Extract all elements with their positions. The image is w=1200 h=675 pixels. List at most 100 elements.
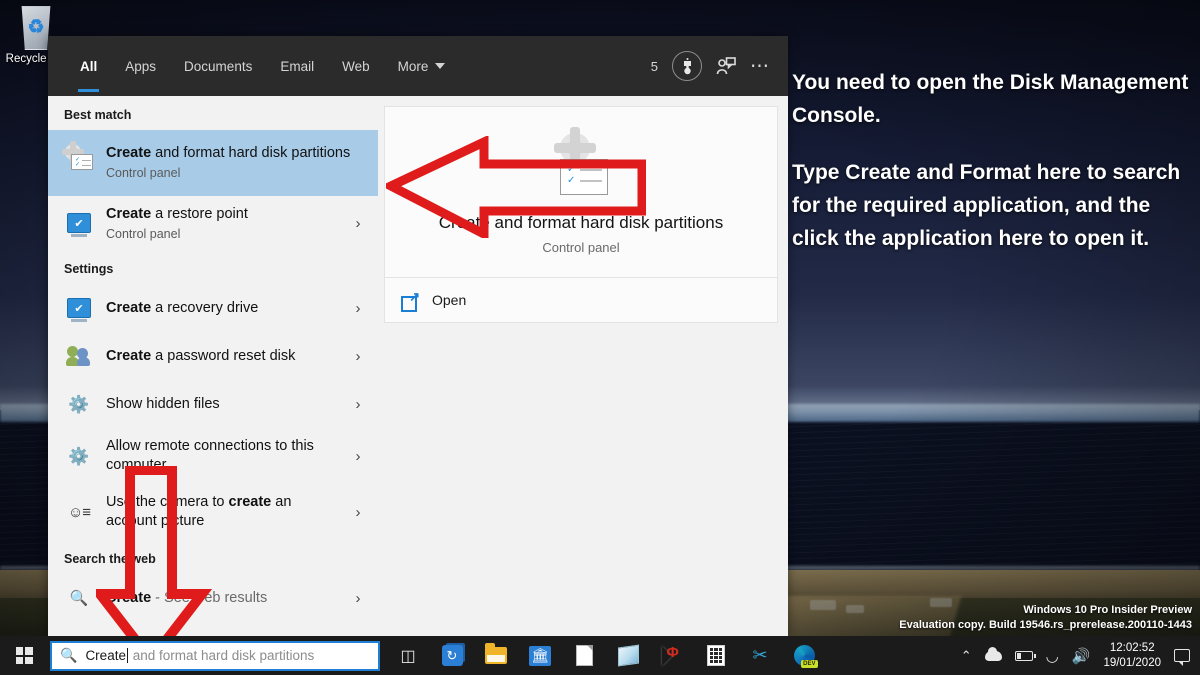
tab-documents[interactable]: Documents <box>170 36 266 96</box>
web-query-bold: Create <box>106 590 151 606</box>
document-icon <box>576 645 593 666</box>
windows-start-icon[interactable] <box>0 636 48 675</box>
result-title-rest: a restore point <box>151 206 248 222</box>
disk-management-large-icon: ✓✓ <box>544 131 618 205</box>
notes-icon <box>618 645 639 667</box>
web-result-create[interactable]: 🔍 Create - See web results › <box>48 574 378 622</box>
search-suggestion-text: and format hard disk partitions <box>129 648 314 663</box>
action-center-icon[interactable] <box>1174 649 1190 662</box>
tab-apps-label: Apps <box>125 59 156 74</box>
setting-create-recovery-drive[interactable]: Create a recovery drive › <box>48 284 378 332</box>
taskbar-file-explorer[interactable] <box>474 636 518 675</box>
recovery-drive-monitor-icon <box>64 293 94 323</box>
result-title: Create a recovery drive <box>106 299 338 318</box>
result-title-rest: a password reset disk <box>151 348 295 364</box>
taskbar-task-view-button[interactable]: ◫ <box>386 636 430 675</box>
best-match-header: Best match <box>48 96 378 130</box>
search-flyout-panel: All Apps Documents Email Web More 5 <box>48 36 788 636</box>
search-results-column: Best match ✓✓ Create and format hard dis… <box>48 96 378 636</box>
tab-more-label: More <box>398 59 429 74</box>
taskbar-sync-app[interactable]: ↻ <box>430 636 474 675</box>
result-title-bold: Create <box>106 145 151 161</box>
volume-icon[interactable]: 🔊 <box>1072 647 1091 665</box>
instruction-paragraph-1: You need to open the Disk Management Con… <box>792 66 1192 132</box>
result-title: Create a restore point <box>106 205 338 224</box>
tray-chevron-up-icon[interactable]: ⌃ <box>961 648 972 664</box>
taskbar-search-input[interactable]: 🔍 Create and format hard disk partitions <box>50 641 380 671</box>
open-action-row[interactable]: Open <box>401 292 761 308</box>
disk-management-icon: ✓✓ <box>64 144 94 174</box>
windows-watermark: Windows 10 Pro Insider Preview Evaluatio… <box>899 603 1192 633</box>
clock-time: 12:02:52 <box>1103 641 1161 656</box>
taskbar-clock[interactable]: 12:02:52 19/01/2020 <box>1103 641 1161 671</box>
feedback-person-icon[interactable] <box>716 57 736 75</box>
settings-header: Settings <box>48 250 378 284</box>
account-picture-icon: ☺≡ <box>64 497 94 527</box>
password-reset-people-icon <box>64 341 94 371</box>
settings-tools-icon: ⚙️ <box>64 441 94 471</box>
setting-show-hidden-files[interactable]: ⚙️ Show hidden files › <box>48 380 378 428</box>
edge-dev-icon <box>794 645 815 666</box>
scissors-icon: ✂ <box>752 645 767 666</box>
taskbar-microsoft-edge-dev[interactable] <box>782 636 826 675</box>
taskbar-flag-app[interactable] <box>650 636 694 675</box>
result-text: Create and format hard disk partitions C… <box>106 144 366 180</box>
open-action-label: Open <box>432 292 466 308</box>
setting-create-password-reset-disk[interactable]: Create a password reset disk › <box>48 332 378 380</box>
tab-all[interactable]: All <box>66 36 111 96</box>
result-title: Create and format hard disk partitions <box>106 144 366 163</box>
tab-more[interactable]: More <box>384 36 460 96</box>
ellipsis-icon[interactable]: ⋯ <box>750 55 770 78</box>
tab-web[interactable]: Web <box>328 36 384 96</box>
result-subtitle: Control panel <box>106 227 338 241</box>
tab-email[interactable]: Email <box>266 36 328 96</box>
result-subtitle: Control panel <box>106 166 366 180</box>
open-external-icon <box>401 293 418 308</box>
chevron-right-icon: › <box>350 396 366 413</box>
result-title: Create a password reset disk <box>106 347 338 366</box>
onedrive-cloud-icon[interactable] <box>985 651 1002 661</box>
watermark-line-2: Evaluation copy. Build 19546.rs_prerelea… <box>899 618 1192 633</box>
sync-app-icon: ↻ <box>442 645 463 666</box>
result-create-restore-point[interactable]: Create a restore point Control panel › <box>48 196 378 250</box>
settings-tools-icon: ⚙️ <box>64 389 94 419</box>
result-text: Create a password reset disk <box>106 347 338 366</box>
taskbar-notes-app[interactable] <box>606 636 650 675</box>
result-title-bold: Create <box>106 348 151 364</box>
tab-all-label: All <box>80 59 97 74</box>
taskbar-bank-app[interactable]: 🏛 <box>518 636 562 675</box>
clock-date: 19/01/2020 <box>1103 656 1161 671</box>
result-title-rest: a recovery drive <box>151 300 258 316</box>
result-title-bold: Create <box>106 206 151 222</box>
setting-use-camera-account-picture[interactable]: ☺≡ Use the camera to create an account p… <box>48 484 378 540</box>
taskbar: 🔍 Create and format hard disk partitions… <box>0 636 1200 675</box>
search-web-header: Search the web <box>48 540 378 574</box>
tab-email-label: Email <box>280 59 314 74</box>
setting-allow-remote-connections[interactable]: ⚙️ Allow remote connections to this comp… <box>48 428 378 484</box>
calculator-icon <box>707 645 725 666</box>
insider-medal-icon[interactable] <box>672 51 702 81</box>
wifi-icon[interactable]: ◡ <box>1046 647 1059 665</box>
search-tabs: All Apps Documents Email Web More <box>66 36 459 96</box>
preview-subtitle: Control panel <box>401 240 761 255</box>
result-text: Show hidden files <box>106 395 338 414</box>
result-best-match-create-format[interactable]: ✓✓ Create and format hard disk partition… <box>48 130 378 196</box>
search-preview-column: ✓✓ Create and format hard disk partition… <box>378 96 788 636</box>
taskbar-snipping-tool[interactable]: ✂ <box>738 636 782 675</box>
battery-icon[interactable] <box>1015 651 1033 661</box>
taskbar-document-app[interactable] <box>562 636 606 675</box>
folder-icon <box>485 647 507 664</box>
result-title: Create - See web results <box>106 589 338 608</box>
task-view-icon: ◫ <box>400 646 415 666</box>
taskbar-app-list: ◫ ↻ 🏛 ✂ <box>386 636 826 675</box>
tab-documents-label: Documents <box>184 59 252 74</box>
preview-title: Create and format hard disk partitions <box>401 213 761 233</box>
result-text: Create - See web results <box>106 589 338 608</box>
preview-card: ✓✓ Create and format hard disk partition… <box>384 106 778 278</box>
taskbar-calculator[interactable] <box>694 636 738 675</box>
tab-apps[interactable]: Apps <box>111 36 170 96</box>
chevron-down-icon <box>435 63 445 69</box>
result-title: Allow remote connections to this compute… <box>106 437 338 475</box>
text-caret <box>127 648 128 663</box>
chevron-right-icon: › <box>350 590 366 607</box>
